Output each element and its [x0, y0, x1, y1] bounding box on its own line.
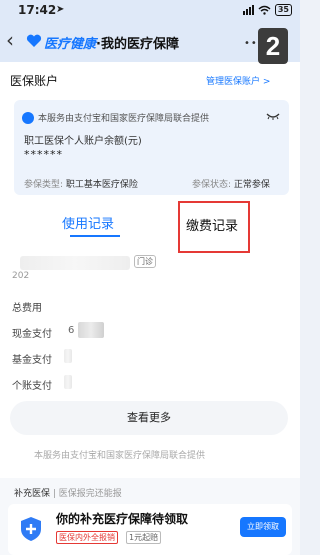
view-more-button[interactable]: 查看更多	[10, 401, 288, 435]
wifi-icon	[258, 5, 271, 15]
row-label-total: 总费用	[12, 303, 42, 314]
account-card: 本服务由支付宝和国家医疗保障局联合提供 职工医保个人账户余额(元) ******…	[14, 100, 289, 195]
balance-label: 职工医保个人账户余额(元)	[24, 136, 142, 147]
location-arrow-icon: ➤	[56, 4, 65, 15]
insurance-status-label: 参保状态:	[192, 180, 232, 190]
insurance-type-value: 职工基本医疗保险	[65, 180, 138, 190]
manage-account-link[interactable]: 管理医保账户 >	[206, 74, 270, 87]
claim-now-button[interactable]: 立即领取	[240, 517, 286, 537]
supplement-tag-price: 1元起赔	[126, 531, 162, 544]
supplement-tag-coverage: 医保内外全报销	[56, 531, 118, 544]
back-button[interactable]: ‹	[6, 30, 14, 50]
status-time: 17:42	[18, 3, 57, 17]
footer-note: 本服务由支付宝和国家医疗保障局联合提供	[34, 451, 206, 461]
row-value-personal-blurred	[64, 375, 72, 389]
row-label-fund: 基金支付	[12, 355, 52, 366]
balance-value: ******	[24, 148, 63, 161]
supplement-header-sub: 医保报完还能报	[58, 489, 122, 499]
insurance-type-label: 参保类型:	[24, 180, 64, 190]
status-bar: 17:42 ➤ 35	[0, 0, 300, 22]
provider-logo-icon	[22, 112, 34, 124]
tab-payment-records[interactable]: 缴费记录	[186, 215, 238, 234]
step-number-badge: 2	[258, 28, 288, 64]
title-text: 我的医疗保障	[100, 37, 179, 52]
row-label-personal: 个账支付	[12, 381, 52, 392]
record-type-tag: 门诊	[134, 255, 156, 268]
insurance-status: 参保状态: 正常参保	[192, 177, 270, 190]
shield-plus-icon	[21, 517, 41, 541]
row-value-cash-blurred	[78, 322, 104, 338]
section-title-account: 医保账户	[10, 74, 59, 88]
supplement-header: 补充医保 | 医保报完还能报	[14, 486, 122, 499]
tab-use-records[interactable]: 使用记录	[62, 213, 114, 232]
row-label-cash: 现金支付	[12, 329, 52, 340]
record-title-blurred	[20, 256, 130, 270]
page-title: 医疗健康·我的医疗保障	[44, 33, 179, 52]
nav-bar: ‹ 医疗健康·我的医疗保障 •••	[0, 22, 300, 62]
insurance-type: 参保类型: 职工基本医疗保险	[24, 177, 138, 190]
tab-active-underline	[70, 235, 120, 237]
battery-icon: 35	[274, 4, 292, 16]
insurance-status-value: 正常参保	[233, 180, 270, 190]
supplement-title: 你的补充医疗保障待领取	[56, 512, 189, 526]
screen: 17:42 ➤ 35 ‹ 医疗健康·我的医疗保障 ••• 2 医保账户 管理医保…	[0, 0, 300, 555]
signal-icon	[242, 5, 254, 15]
row-value-cash: 6	[68, 325, 75, 336]
eye-closed-icon[interactable]	[266, 112, 280, 120]
status-icons: 35	[242, 4, 292, 16]
supplement-header-title: 补充医保	[14, 489, 51, 499]
brand-name: 医疗健康	[44, 37, 97, 52]
row-value-fund-blurred	[64, 349, 72, 363]
record-date: 202	[12, 271, 30, 281]
provider-text: 本服务由支付宝和国家医疗保障局联合提供	[38, 114, 210, 124]
heart-logo-icon	[26, 34, 42, 47]
